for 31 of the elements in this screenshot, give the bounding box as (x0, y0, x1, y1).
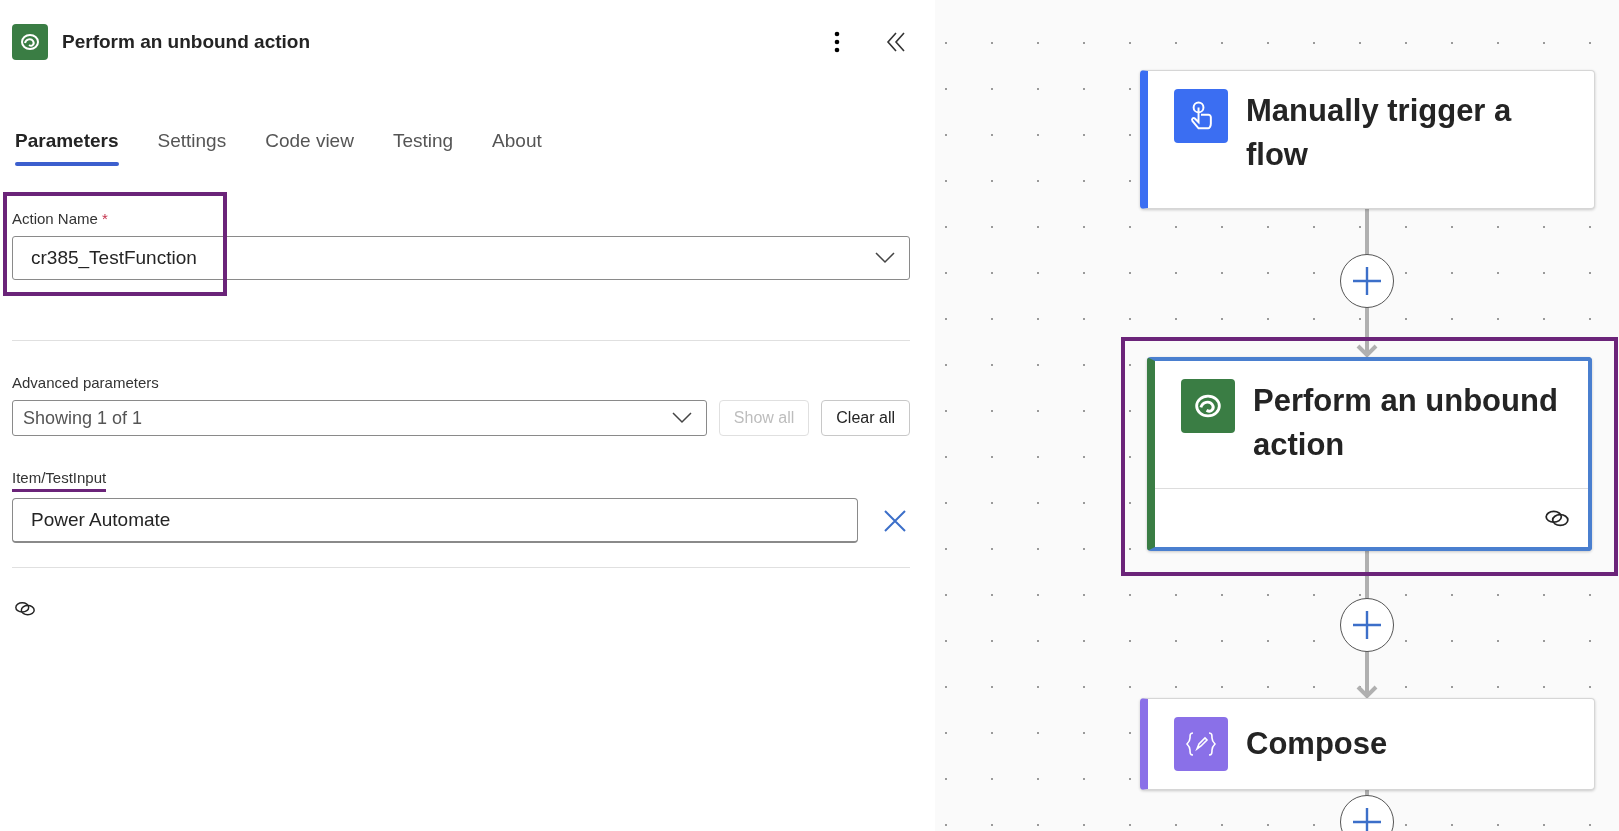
flow-step-card[interactable]: Perform an unbound action (1147, 357, 1592, 551)
tab[interactable]: Testing (389, 130, 454, 166)
tab[interactable]: Parameters (12, 130, 119, 166)
flow-step-card[interactable]: Compose (1140, 698, 1595, 790)
tab[interactable]: About (489, 130, 542, 166)
link-icon (14, 600, 36, 618)
chevron-down-icon (671, 412, 692, 424)
more-icon (834, 31, 840, 53)
braces-pencil-icon (1185, 730, 1217, 758)
chevron-down-icon (875, 252, 895, 264)
add-step-button[interactable] (1340, 254, 1394, 308)
close-icon (884, 509, 906, 532)
panel-title: Perform an unbound action (62, 31, 312, 53)
plus-icon (1352, 807, 1382, 831)
add-step-button[interactable] (1340, 598, 1394, 652)
tab[interactable]: Code view (262, 130, 354, 166)
plus-icon (1352, 610, 1382, 640)
step-title: Perform an unbound action (1253, 382, 1559, 464)
flow-step-card[interactable]: Manually trigger a flow (1140, 70, 1595, 209)
double-chevron-left-icon (886, 31, 906, 53)
step-title: Manually trigger a flow (1246, 92, 1513, 174)
parameters-button[interactable]: Clear all (821, 400, 910, 436)
field-label: Action Name * (12, 210, 108, 229)
tab[interactable]: Settings (154, 130, 227, 166)
action-name-dropdown[interactable]: cr385_TestFunction (12, 236, 910, 280)
advanced-parameters-dropdown[interactable]: Showing 1 of 1 (12, 400, 707, 436)
step-title: Compose (1246, 725, 1388, 763)
field-label: Item/TestInput (12, 469, 107, 492)
input-field[interactable]: Power Automate (12, 498, 858, 543)
plus-icon (1352, 266, 1382, 296)
field-label: Advanced parameters (12, 374, 159, 393)
